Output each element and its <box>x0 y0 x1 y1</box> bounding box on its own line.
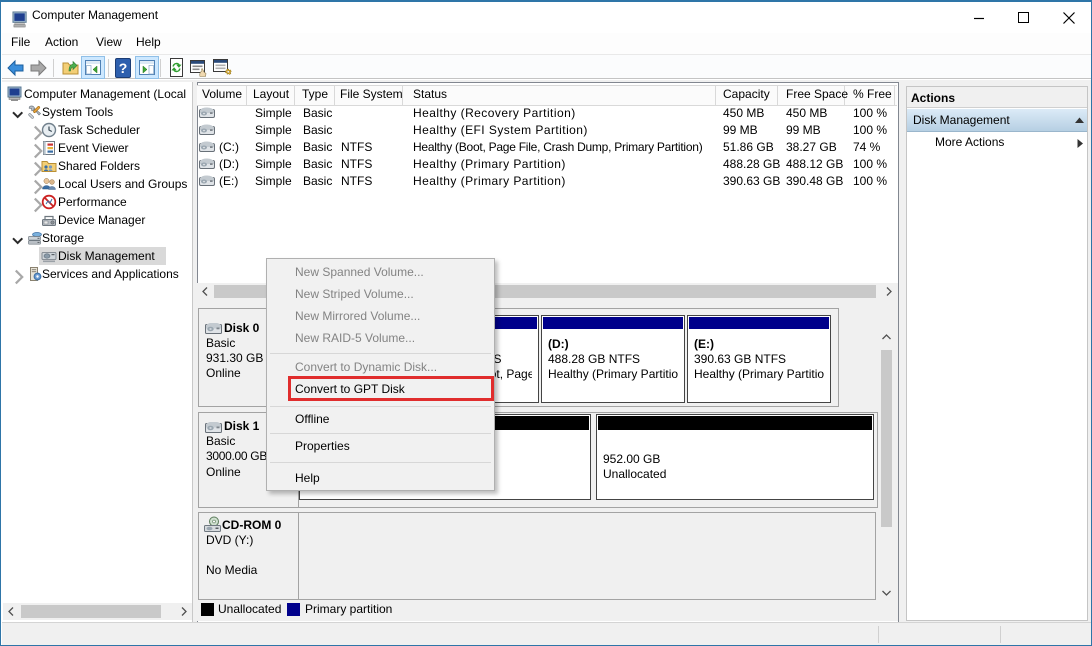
svg-text:?: ? <box>119 60 128 76</box>
